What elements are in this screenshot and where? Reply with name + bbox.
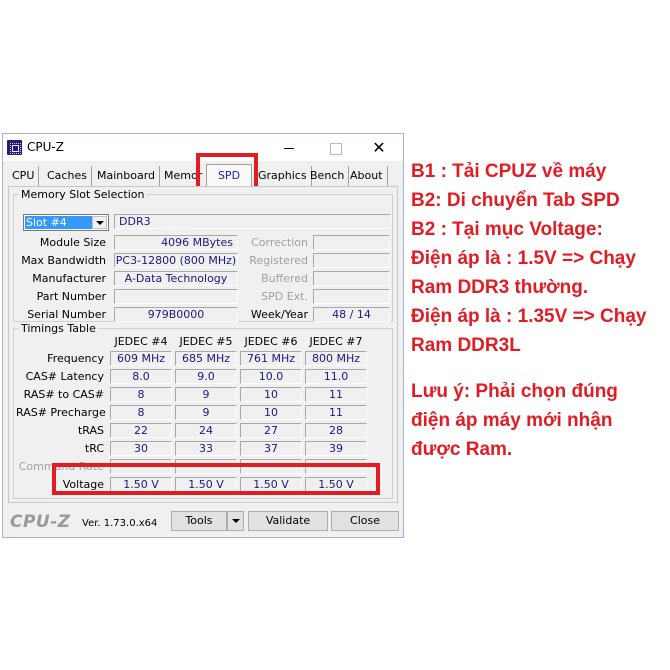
correction-label: Correction <box>251 236 308 249</box>
timings-row-label: tRC <box>84 442 104 455</box>
max-bandwidth-label: Max Bandwidth <box>21 254 106 267</box>
timings-row-label: tRAS <box>77 424 104 437</box>
timings-cell: 39 <box>305 441 367 456</box>
timings-cell: 24 <box>175 423 237 438</box>
timings-cell: 11.0 <box>305 369 367 384</box>
timings-cell: 10 <box>240 387 302 402</box>
week-year-label: Week/Year <box>250 308 308 321</box>
timings-row-label: CAS# Latency <box>25 370 104 383</box>
tab-mainboard[interactable]: Mainboard <box>93 166 161 186</box>
timings-cell: 8 <box>110 387 172 402</box>
spd-panel: Memory Slot Selection Slot #4 DDR3 Modul… <box>8 186 398 503</box>
manufacturer-value: A-Data Technology <box>114 271 238 286</box>
timings-cell: 37 <box>240 441 302 456</box>
window-title: CPU-Z <box>27 140 64 154</box>
timings-column-header: JEDEC #4 <box>114 335 168 348</box>
timings-column-header: JEDEC #5 <box>179 335 233 348</box>
memory-slot-group: Memory Slot Selection Slot #4 DDR3 Modul… <box>13 188 393 322</box>
timings-group-title: Timings Table <box>19 322 98 335</box>
note-line: được Ram. <box>411 439 513 460</box>
instruction-line: B2: Di chuyển Tab SPD <box>411 190 620 211</box>
timings-cell: 22 <box>110 423 172 438</box>
cpuz-app-icon <box>7 140 22 155</box>
instruction-text: B1 : Tải CPUZ về máy B2: Di chuyển Tab S… <box>411 157 670 360</box>
serial-number-value: 979B0000 <box>114 307 238 322</box>
close-button[interactable]: Close <box>331 511 399 531</box>
validate-button[interactable]: Validate <box>248 511 328 531</box>
part-number-value <box>114 289 238 304</box>
close-window-button[interactable]: ✕ <box>365 138 393 158</box>
module-size-value: 4096 MBytes <box>114 235 238 250</box>
timings-cell: 8 <box>110 405 172 420</box>
minimize-button[interactable] <box>275 138 303 158</box>
timings-cell: 800 MHz <box>305 351 367 366</box>
tab-about[interactable]: About <box>346 166 388 186</box>
timings-cell: 8.0 <box>110 369 172 384</box>
timings-cell: 10 <box>240 405 302 420</box>
timings-cell: 33 <box>175 441 237 456</box>
note-line: Lưu ý: Phải chọn đúng <box>411 381 618 402</box>
slot-select-value: Slot #4 <box>25 216 92 229</box>
tools-dropdown-button[interactable] <box>227 511 244 531</box>
chevron-down-icon[interactable] <box>92 216 107 229</box>
instruction-line: Điện áp là : 1.35V => Chạy <box>411 306 647 327</box>
module-size-label: Module Size <box>39 236 106 249</box>
timings-cell: 9 <box>175 405 237 420</box>
timings-cell: 761 MHz <box>240 351 302 366</box>
spd-ext-label: SPD Ext. <box>261 290 308 303</box>
manufacturer-label: Manufacturer <box>32 272 106 285</box>
registered-label: Registered <box>249 254 308 267</box>
cpuz-logo: CPU-Z <box>10 512 71 532</box>
footer: CPU-Z Ver. 1.73.0.x64 Tools Validate Clo… <box>3 506 403 536</box>
timings-cell: 28 <box>305 423 367 438</box>
note-line: điện áp máy mới nhận <box>411 410 613 431</box>
timings-cell: 27 <box>240 423 302 438</box>
timings-column-header: JEDEC #6 <box>244 335 298 348</box>
spd-tab-highlight <box>196 153 258 190</box>
maximize-button[interactable] <box>321 138 349 158</box>
timings-cell: 30 <box>110 441 172 456</box>
timings-cell: 9.0 <box>175 369 237 384</box>
buffered-value <box>313 271 390 286</box>
part-number-label: Part Number <box>36 290 106 303</box>
instruction-line: B2 : Tại mục Voltage: <box>411 219 603 240</box>
timings-cell: 11 <box>305 387 367 402</box>
timings-cell: 609 MHz <box>110 351 172 366</box>
timings-row-label: Frequency <box>47 352 104 365</box>
week-year-value: 48 / 14 <box>313 307 390 322</box>
timings-cell: 685 MHz <box>175 351 237 366</box>
cpuz-window: CPU-Z ✕ CPU Caches Mainboard Memor SPD G… <box>2 133 404 538</box>
slot-select[interactable]: Slot #4 <box>23 214 109 231</box>
buffered-label: Buffered <box>261 272 308 285</box>
correction-value <box>313 235 390 250</box>
timings-cell: 11 <box>305 405 367 420</box>
spd-ext-value <box>313 289 390 304</box>
tab-graphics[interactable]: Graphics <box>254 166 312 186</box>
timings-column-header: JEDEC #7 <box>309 335 363 348</box>
note-text: Lưu ý: Phải chọn đúng điện áp máy mới nh… <box>411 377 670 464</box>
instruction-line: Ram DDR3L <box>411 335 521 356</box>
timings-cell: 9 <box>175 387 237 402</box>
memory-type-field: DDR3 <box>114 214 391 229</box>
version-label: Ver. 1.73.0.x64 <box>82 518 158 529</box>
tab-bench[interactable]: Bench <box>306 166 350 186</box>
max-bandwidth-value: PC3-12800 (800 MHz) <box>114 253 238 268</box>
timings-row-label: RAS# Precharge <box>16 406 106 419</box>
voltage-row-highlight <box>52 463 380 495</box>
tab-cpu[interactable]: CPU <box>8 166 40 186</box>
instruction-line: B1 : Tải CPUZ về máy <box>411 161 607 182</box>
registered-value <box>313 253 390 268</box>
instruction-line: Điện áp là : 1.5V => Chạy <box>411 248 636 269</box>
memory-slot-group-title: Memory Slot Selection <box>19 188 147 201</box>
timings-cell: 10.0 <box>240 369 302 384</box>
timings-row-label: RAS# to CAS# <box>23 388 104 401</box>
tab-caches[interactable]: Caches <box>43 166 92 186</box>
tools-button[interactable]: Tools <box>171 511 227 531</box>
instruction-line: Ram DDR3 thường. <box>411 277 589 298</box>
serial-number-label: Serial Number <box>27 308 106 321</box>
